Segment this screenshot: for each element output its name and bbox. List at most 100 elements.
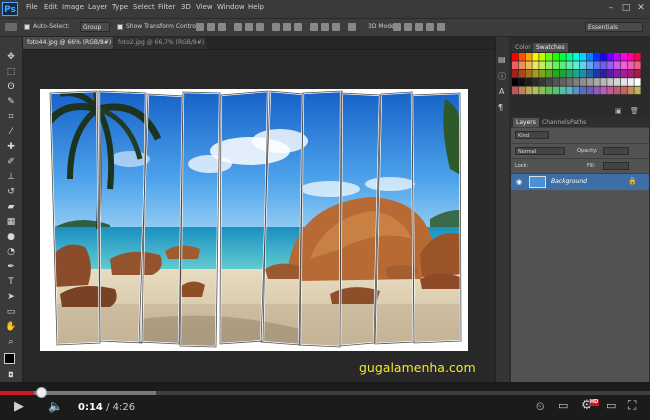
move-tool-preset-icon[interactable] <box>5 23 17 31</box>
swatch[interactable] <box>620 61 627 69</box>
swatch[interactable] <box>559 69 566 78</box>
3d-scale-icon[interactable] <box>437 23 445 31</box>
swatch[interactable] <box>518 53 525 61</box>
blur-tool-icon[interactable]: ● <box>5 232 17 243</box>
swatch[interactable] <box>580 78 587 86</box>
kind-filter-dropdown[interactable]: Kind <box>515 131 549 139</box>
type-tool-icon[interactable]: T <box>5 277 17 288</box>
move-tool-icon[interactable]: ✥ <box>5 52 17 63</box>
eye-icon[interactable]: ◉ <box>516 178 522 186</box>
menu-file[interactable]: File <box>26 3 38 11</box>
swatch[interactable] <box>580 53 587 61</box>
layer-background[interactable]: ◉ Background 🔒 <box>511 174 649 190</box>
tab-foto44[interactable]: foto44.jpg @ 66% (RGB/8#) <box>23 37 113 49</box>
swatch[interactable] <box>600 78 607 86</box>
menu-3d[interactable]: 3D <box>181 3 191 11</box>
quick-select-tool-icon[interactable]: ✎ <box>5 97 17 108</box>
minimize-icon[interactable]: – <box>605 2 617 14</box>
distribute-right-icon[interactable] <box>332 23 340 31</box>
menu-help[interactable]: Help <box>248 3 264 11</box>
marquee-tool-icon[interactable]: ⬚ <box>5 67 17 78</box>
align-center-icon[interactable] <box>245 23 253 31</box>
swatch[interactable] <box>593 86 600 95</box>
swatch[interactable] <box>539 86 546 95</box>
swatch[interactable] <box>620 53 627 61</box>
menu-layer[interactable]: Layer <box>88 3 108 11</box>
distribute-top-icon[interactable] <box>272 23 280 31</box>
hand-tool-icon[interactable]: ✋ <box>5 322 17 333</box>
group-dropdown[interactable]: Group <box>80 22 110 32</box>
menu-image[interactable]: Image <box>62 3 84 11</box>
new-swatch-icon[interactable]: ▣ <box>615 107 622 115</box>
pen-tool-icon[interactable]: ✒ <box>5 262 17 273</box>
history-panel-icon[interactable]: ▤ <box>498 55 506 64</box>
swatch[interactable] <box>546 86 553 95</box>
swatch[interactable] <box>532 78 539 86</box>
swatch[interactable] <box>525 69 532 78</box>
swatch[interactable] <box>620 69 627 78</box>
swatch[interactable] <box>600 86 607 95</box>
swatch[interactable] <box>532 61 539 69</box>
crop-tool-icon[interactable]: ⌗ <box>5 112 17 123</box>
swatch[interactable] <box>512 53 519 61</box>
swatch[interactable] <box>559 53 566 61</box>
swatch[interactable] <box>634 78 641 86</box>
align-left-icon[interactable] <box>234 23 242 31</box>
watch-later-icon[interactable]: ⏲ <box>536 400 545 414</box>
swatch[interactable] <box>586 53 593 61</box>
theater-mode-icon[interactable]: ▭ <box>606 399 616 412</box>
tab-color[interactable]: Color <box>512 43 534 52</box>
swatch[interactable] <box>552 53 559 61</box>
swatch[interactable] <box>546 78 553 86</box>
swatch[interactable] <box>573 53 580 61</box>
swatch[interactable] <box>627 86 634 95</box>
swatch[interactable] <box>634 86 641 95</box>
swatch[interactable] <box>539 61 546 69</box>
swatch[interactable] <box>566 69 573 78</box>
swatch[interactable] <box>546 61 553 69</box>
blend-mode-dropdown[interactable]: Normal <box>515 147 565 155</box>
swatch[interactable] <box>546 53 553 61</box>
swatch[interactable] <box>566 86 573 95</box>
swatch[interactable] <box>634 53 641 61</box>
swatch[interactable] <box>512 61 519 69</box>
swatch[interactable] <box>539 78 546 86</box>
rectangle-tool-icon[interactable]: ▭ <box>5 307 17 318</box>
swatch[interactable] <box>566 53 573 61</box>
swatch[interactable] <box>580 69 587 78</box>
swatch[interactable] <box>539 69 546 78</box>
swatch[interactable] <box>559 61 566 69</box>
play-icon[interactable]: ▶ <box>14 399 24 414</box>
swatch[interactable] <box>580 86 587 95</box>
swatch[interactable] <box>607 61 614 69</box>
swatch[interactable] <box>586 78 593 86</box>
character-panel-icon[interactable]: A <box>499 87 504 96</box>
tab-layers[interactable]: Layers <box>513 118 539 127</box>
swatch[interactable] <box>573 61 580 69</box>
close-icon[interactable]: ✕ <box>635 2 647 14</box>
swatch[interactable] <box>573 86 580 95</box>
swatch[interactable] <box>620 78 627 86</box>
zoom-tool-icon[interactable]: ⌕ <box>5 337 17 348</box>
swatch[interactable] <box>593 53 600 61</box>
swatch[interactable] <box>518 69 525 78</box>
swatch[interactable] <box>634 61 641 69</box>
eraser-tool-icon[interactable]: ▰ <box>5 202 17 213</box>
3d-slide-icon[interactable] <box>426 23 434 31</box>
history-brush-tool-icon[interactable]: ↺ <box>5 187 17 198</box>
volume-icon[interactable]: 🔈 <box>48 399 63 413</box>
swatch[interactable] <box>586 86 593 95</box>
delete-swatch-icon[interactable]: 🗑 <box>630 107 639 115</box>
swatch[interactable] <box>586 69 593 78</box>
swatch[interactable] <box>552 86 559 95</box>
opacity-field[interactable] <box>603 147 629 155</box>
menu-select[interactable]: Select <box>133 3 155 11</box>
swatch[interactable] <box>600 53 607 61</box>
tab-swatches[interactable]: Swatches <box>533 43 568 52</box>
swatch[interactable] <box>525 53 532 61</box>
tab-paths[interactable]: Paths <box>567 118 589 127</box>
swatch[interactable] <box>593 69 600 78</box>
swatch[interactable] <box>614 69 621 78</box>
swatch[interactable] <box>525 78 532 86</box>
swatch[interactable] <box>559 78 566 86</box>
